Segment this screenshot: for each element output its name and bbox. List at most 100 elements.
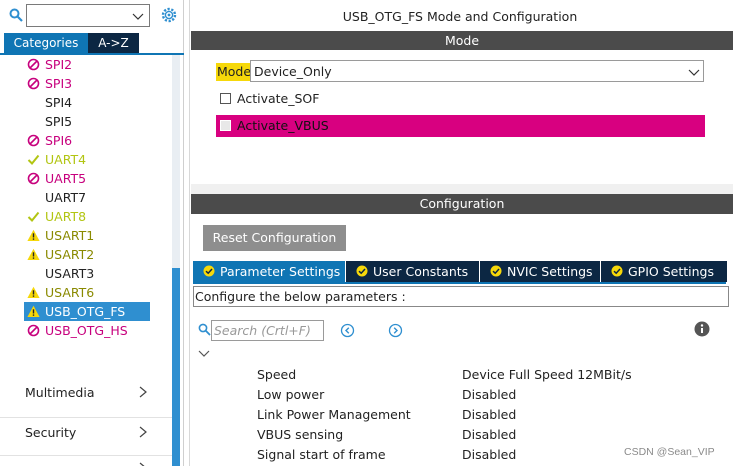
- peripheral-label: SPI3: [45, 76, 73, 91]
- peripheral-item-uart8[interactable]: UART8: [24, 207, 150, 226]
- parameter-name: Speed: [257, 367, 297, 382]
- peripheral-item-uart7[interactable]: UART7: [24, 188, 150, 207]
- peripheral-label: USART6: [45, 285, 95, 300]
- section-divider: [191, 184, 733, 194]
- tab-label: Parameter Settings: [220, 264, 341, 279]
- peripheral-item-spi3[interactable]: SPI3: [24, 74, 150, 93]
- activate-vbus-checkbox-row[interactable]: Activate_VBUS: [216, 115, 705, 137]
- info-icon[interactable]: [694, 321, 710, 337]
- parameter-value: Disabled: [462, 427, 517, 442]
- gear-icon[interactable]: [160, 6, 178, 24]
- parameter-name: Link Power Management: [257, 407, 411, 422]
- tab-label: User Constants: [373, 264, 469, 279]
- peripheral-item-usb-otg-hs[interactable]: USB_OTG_HS: [24, 321, 150, 340]
- peripheral-label: SPI2: [45, 57, 73, 72]
- warning-icon: [27, 305, 40, 317]
- configure-note: Configure the below parameters :: [193, 286, 729, 307]
- next-match-icon[interactable]: [388, 323, 403, 338]
- disabled-icon: [27, 172, 40, 185]
- peripheral-item-usart6[interactable]: USART6: [24, 283, 150, 302]
- peripheral-item-usart3[interactable]: USART3: [24, 264, 150, 283]
- peripheral-label: USB_OTG_FS: [45, 304, 126, 319]
- activate-vbus-label: Activate_VBUS: [237, 118, 329, 133]
- tab-a-z[interactable]: A->Z: [88, 33, 139, 53]
- peripheral-item-usart1[interactable]: USART1: [24, 226, 150, 245]
- warning-icon: [27, 248, 40, 260]
- activate-sof-checkbox[interactable]: [220, 93, 231, 104]
- tab-parameter-settings[interactable]: Parameter Settings: [193, 261, 345, 282]
- disabled-icon: [27, 77, 40, 90]
- peripheral-label: UART7: [45, 190, 87, 205]
- category-security[interactable]: Security: [0, 417, 172, 447]
- peripheral-item-usb-otg-fs[interactable]: USB_OTG_FS: [24, 302, 150, 321]
- tab-nvic-settings[interactable]: NVIC Settings: [480, 261, 600, 282]
- chevron-right-icon: [139, 426, 147, 438]
- watermark: CSDN @Sean_VIP: [624, 446, 715, 458]
- mode-select-value: Device_Only: [254, 64, 332, 79]
- tab-label: NVIC Settings: [507, 264, 593, 279]
- left-tabs: Categories A->Z: [4, 33, 184, 53]
- warning-icon: [27, 286, 40, 298]
- peripheral-item-spi4[interactable]: SPI4: [24, 93, 150, 112]
- peripheral-label: UART8: [45, 209, 87, 224]
- config-tabs: Parameter Settings User Constants NVIC S…: [193, 261, 733, 282]
- parameter-row[interactable]: VBUS sensing Disabled: [257, 425, 727, 445]
- reset-configuration-button[interactable]: Reset Configuration: [203, 225, 346, 251]
- disabled-icon: [27, 58, 40, 71]
- parameter-row[interactable]: Speed Device Full Speed 12MBit/s: [257, 365, 727, 385]
- parameter-search-input[interactable]: Search (Crtl+F): [211, 320, 324, 341]
- mode-label: Mode: [216, 63, 253, 81]
- parameter-value: Device Full Speed 12MBit/s: [462, 367, 632, 382]
- peripheral-label: USART3: [45, 266, 95, 281]
- previous-match-icon[interactable]: [340, 323, 355, 338]
- parameter-row[interactable]: Low power Disabled: [257, 385, 727, 405]
- chevron-down-icon[interactable]: [688, 66, 700, 78]
- search-icon: [198, 323, 211, 336]
- check-circle-icon: [611, 265, 623, 277]
- activate-vbus-checkbox[interactable]: [220, 120, 231, 131]
- parameter-row[interactable]: Link Power Management Disabled: [257, 405, 727, 425]
- warning-icon: [27, 229, 40, 241]
- disabled-icon: [27, 134, 40, 147]
- parameter-name: Low power: [257, 387, 325, 402]
- category-next[interactable]: [0, 455, 172, 466]
- peripheral-item-spi5[interactable]: SPI5: [24, 112, 150, 131]
- activate-sof-checkbox-row[interactable]: Activate_SOF: [216, 88, 416, 110]
- mode-section-header: Mode: [191, 31, 733, 50]
- tab-user-constants[interactable]: User Constants: [346, 261, 479, 282]
- parameter-value: Disabled: [462, 447, 517, 462]
- chevron-right-icon: [139, 462, 145, 466]
- mode-select[interactable]: Device_Only: [250, 60, 704, 82]
- peripheral-item-uart4[interactable]: UART4: [24, 150, 150, 169]
- peripheral-item-spi2[interactable]: SPI2: [24, 55, 150, 74]
- check-icon: [27, 211, 40, 222]
- peripheral-item-usart2[interactable]: USART2: [24, 245, 150, 264]
- main-panel: USB_OTG_FS Mode and Configuration Mode M…: [189, 0, 741, 466]
- peripheral-label: USART1: [45, 228, 95, 243]
- peripheral-item-spi6[interactable]: SPI6: [24, 131, 150, 150]
- parameter-value: Disabled: [462, 387, 517, 402]
- check-circle-icon: [356, 265, 368, 277]
- peripheral-item-uart5[interactable]: UART5: [24, 169, 150, 188]
- category-label: Multimedia: [25, 385, 95, 400]
- activate-sof-label: Activate_SOF: [237, 91, 320, 106]
- peripheral-search-row: [0, 0, 184, 32]
- scrollbar-thumb[interactable]: [172, 268, 180, 466]
- chevron-down-icon[interactable]: [198, 349, 210, 359]
- check-circle-icon: [203, 265, 215, 277]
- chevron-right-icon: [139, 386, 147, 398]
- parameter-value: Disabled: [462, 407, 517, 422]
- peripheral-label: UART4: [45, 152, 87, 167]
- disabled-icon: [27, 324, 40, 337]
- tab-gpio-settings[interactable]: GPIO Settings: [601, 261, 727, 282]
- tab-underline: [193, 282, 726, 284]
- peripheral-search-combo[interactable]: [26, 4, 150, 27]
- category-multimedia[interactable]: Multimedia: [0, 378, 172, 408]
- peripheral-label: UART5: [45, 171, 87, 186]
- search-icon[interactable]: [9, 8, 23, 22]
- peripheral-list: SPI2 SPI3 SPI4 SPI5 SPI6 UART4 UART5 UART7 UART8…: [24, 55, 154, 340]
- peripheral-label: SPI5: [45, 114, 73, 129]
- peripheral-label: USART2: [45, 247, 95, 262]
- chevron-down-icon[interactable]: [132, 10, 144, 22]
- tab-categories[interactable]: Categories: [4, 33, 88, 53]
